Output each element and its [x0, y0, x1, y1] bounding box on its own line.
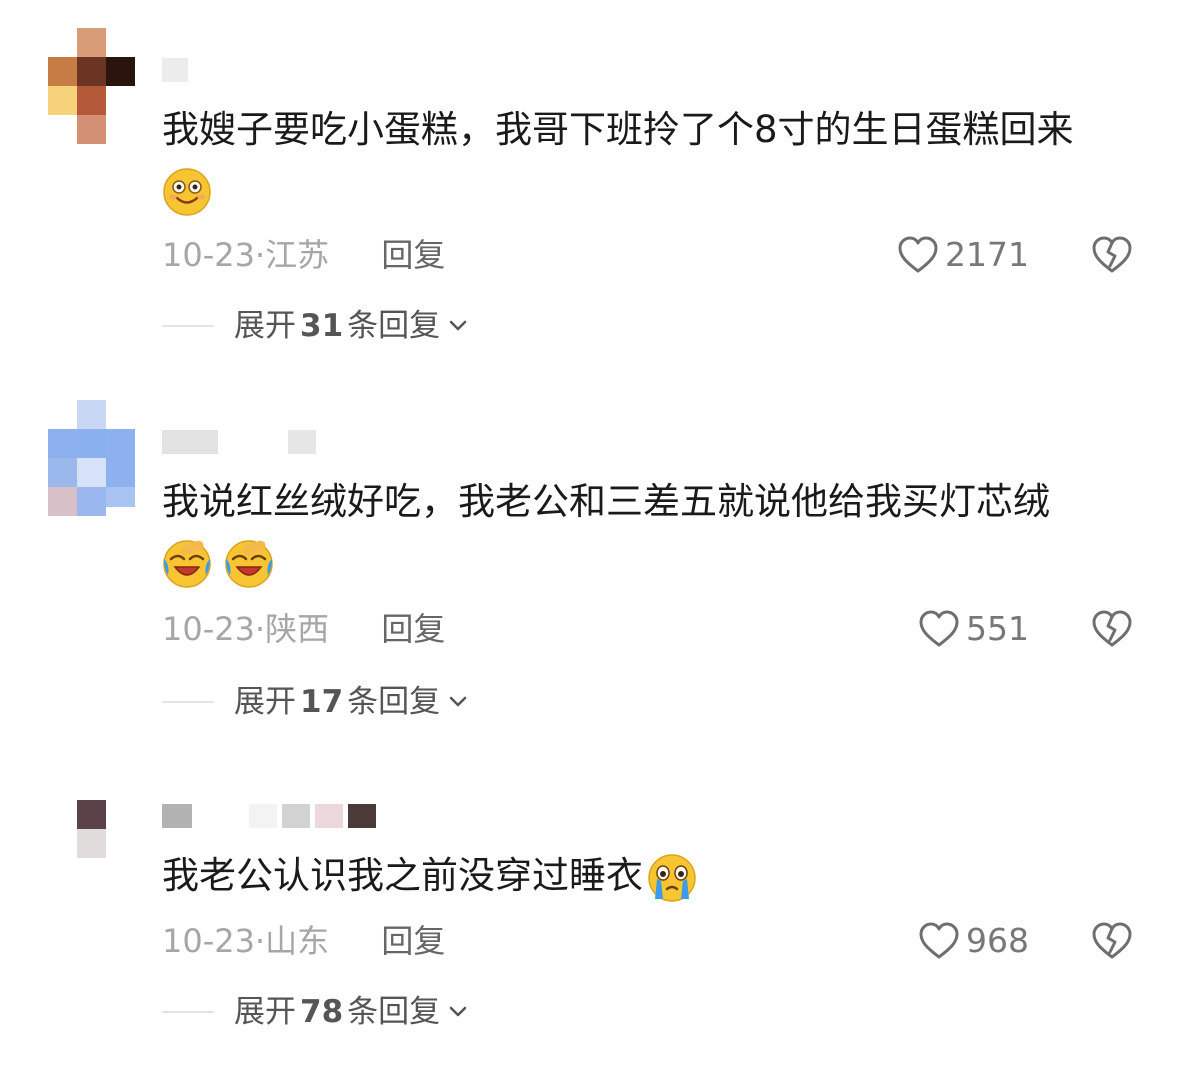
comment-text: 我老公认识我之前没穿过睡衣: [162, 846, 1152, 906]
divider: [162, 701, 214, 703]
date-separator: ·: [254, 610, 266, 648]
broken-heart-icon: [1092, 922, 1132, 959]
reply-button[interactable]: 回复: [381, 610, 445, 648]
broken-heart-icon: [1092, 610, 1132, 647]
expand-replies-button[interactable]: 展开 78 条回复: [162, 990, 468, 1034]
like-button[interactable]: 2171: [897, 232, 1029, 278]
avatar[interactable]: [48, 28, 136, 144]
expand-suffix: 条回复: [347, 994, 441, 1030]
comment-date: 10-23: [162, 922, 255, 960]
reply-button[interactable]: 回复: [381, 236, 445, 274]
comment-text: 我嫂子要吃小蛋糕，我哥下班拎了个8寸的生日蛋糕回来: [162, 100, 1152, 220]
like-count: 2171: [945, 235, 1029, 274]
comment-location: 陕西: [265, 610, 330, 648]
chevron-down-icon: [449, 1006, 467, 1017]
laugh-cry-icon: [225, 539, 273, 588]
comment-meta: 10-23·陕西 回复: [162, 606, 445, 652]
comment-meta: 10-23·山东 回复: [162, 918, 445, 964]
expand-replies-button[interactable]: 展开 17 条回复: [162, 680, 468, 724]
teary-eyes-icon: [648, 853, 696, 902]
username[interactable]: [162, 58, 190, 82]
chevron-down-icon: [449, 320, 467, 331]
avatar[interactable]: [48, 400, 136, 516]
avatar[interactable]: [48, 800, 136, 916]
smile-icon: [163, 167, 211, 216]
expand-suffix: 条回复: [347, 308, 441, 344]
comment-date: 10-23: [162, 236, 255, 274]
username[interactable]: [162, 430, 318, 454]
expand-prefix: 展开: [234, 994, 296, 1030]
expand-suffix: 条回复: [347, 684, 441, 720]
chevron-down-icon: [449, 696, 467, 707]
expand-count: 78: [300, 994, 344, 1030]
expand-prefix: 展开: [234, 684, 296, 720]
heart-outline-icon: [898, 236, 938, 273]
heart-outline-icon: [919, 610, 959, 647]
divider: [162, 325, 214, 327]
expand-replies-button[interactable]: 展开 31 条回复: [162, 304, 468, 348]
broken-heart-icon: [1092, 236, 1132, 273]
reply-button[interactable]: 回复: [381, 922, 445, 960]
comment-location: 山东: [265, 922, 330, 960]
expand-count: 31: [300, 308, 344, 344]
expand-prefix: 展开: [234, 308, 296, 344]
dislike-button[interactable]: [1090, 606, 1134, 652]
username[interactable]: [162, 804, 377, 828]
comment-text: 我说红丝绒好吃，我老公和三差五就说他给我买灯芯绒: [162, 472, 1152, 592]
date-separator: ·: [254, 236, 266, 274]
comment-meta: 10-23·江苏 回复: [162, 232, 445, 278]
dislike-button[interactable]: [1090, 232, 1134, 278]
like-button[interactable]: 551: [918, 606, 1029, 652]
expand-count: 17: [300, 684, 344, 720]
heart-outline-icon: [919, 922, 959, 959]
divider: [162, 1011, 214, 1013]
like-button[interactable]: 968: [918, 918, 1029, 964]
date-separator: ·: [254, 922, 266, 960]
dislike-button[interactable]: [1090, 918, 1134, 964]
like-count: 968: [966, 921, 1029, 960]
comment-date: 10-23: [162, 610, 255, 648]
like-count: 551: [966, 609, 1029, 648]
laugh-cry-icon: [163, 539, 211, 588]
comment-location: 江苏: [265, 236, 330, 274]
